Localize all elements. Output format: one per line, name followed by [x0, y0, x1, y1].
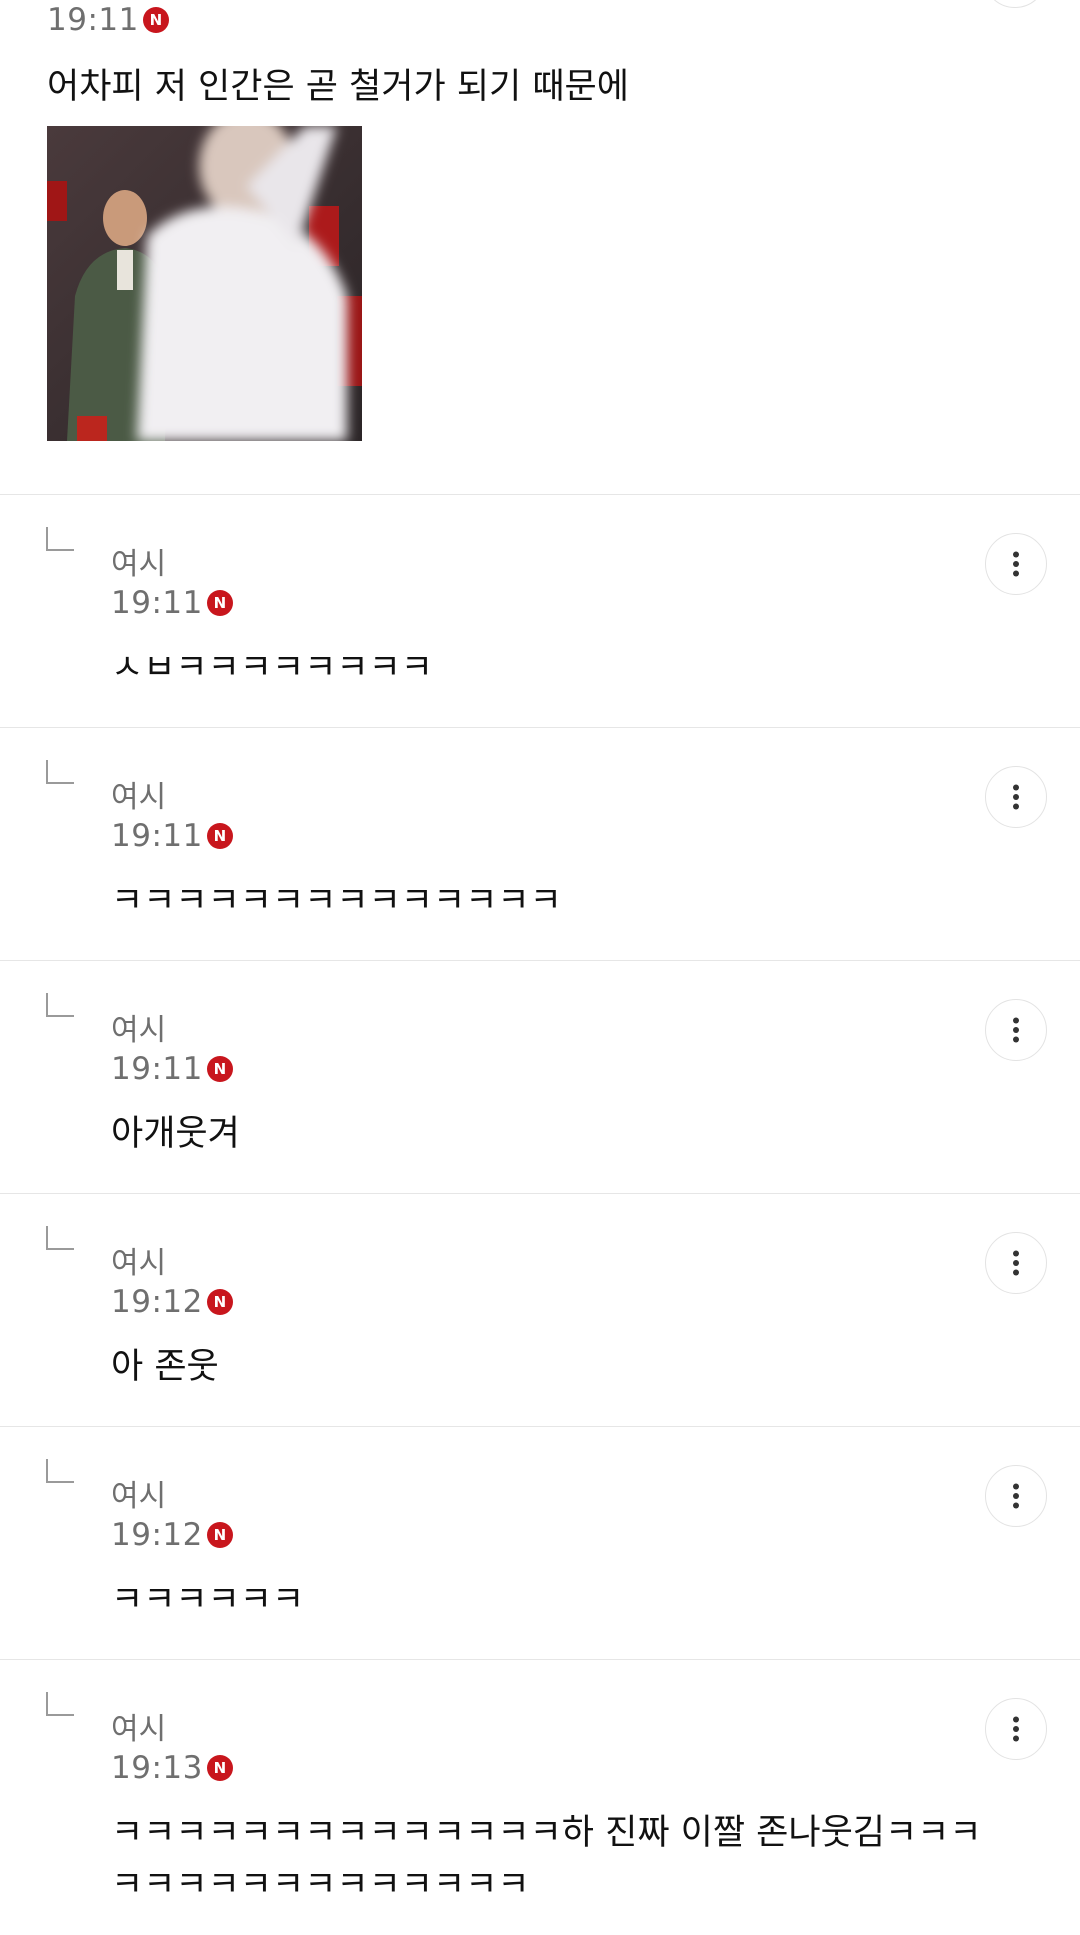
comment-photo [47, 126, 362, 441]
reply-meta: 19:13 N [111, 1748, 233, 1788]
more-options-button[interactable] [985, 1465, 1047, 1527]
more-vertical-icon [1013, 1250, 1019, 1276]
more-vertical-icon [1013, 1483, 1019, 1509]
new-badge-icon: N [206, 1289, 233, 1315]
reply-author[interactable]: 여시 [111, 1471, 166, 1515]
comment-image[interactable] [47, 126, 362, 441]
reply-author[interactable]: 여시 [111, 1005, 166, 1049]
reply-time: 19:12 [111, 1284, 203, 1320]
reply-item: 여시 19:11 N ㅅㅂㅋㅋㅋㅋㅋㅋㅋㅋ [0, 495, 1080, 728]
reply-text: ㅋㅋㅋㅋㅋㅋㅋㅋㅋㅋㅋㅋㅋㅋ하 진짜 이짤 존나웃김ㅋㅋㅋㅋㅋㅋㅋㅋㅋㅋㅋㅋㅋㅋ… [111, 1813, 982, 1905]
comment-time: 19:11 [47, 2, 139, 38]
new-badge-icon: N [142, 7, 169, 33]
more-options-button[interactable] [985, 533, 1047, 595]
reply-arrow-icon [46, 1226, 74, 1250]
new-badge-icon: N [206, 590, 233, 616]
reply-author[interactable]: 여시 [111, 772, 166, 816]
more-vertical-icon [1013, 1017, 1019, 1043]
reply-time: 19:11 [111, 1051, 203, 1087]
new-badge-icon: N [206, 823, 233, 849]
more-vertical-icon [1013, 784, 1019, 810]
more-vertical-icon [1013, 551, 1019, 577]
comment-item: 19:11 N 어차피 저 인간은 곧 철거가 되기 때문에 [0, 0, 1080, 495]
reply-text: ㅅㅂㅋㅋㅋㅋㅋㅋㅋㅋ [111, 648, 434, 688]
more-vertical-icon [1013, 1716, 1019, 1742]
more-options-button[interactable] [983, 0, 1047, 8]
new-badge-icon: N [206, 1056, 233, 1082]
reply-arrow-icon [46, 760, 74, 784]
reply-author[interactable]: 여시 [111, 539, 166, 583]
reply-item: 여시 19:11 N 아개웃겨 [0, 961, 1080, 1194]
reply-text: ㅋㅋㅋㅋㅋㅋ [111, 1580, 305, 1620]
reply-time: 19:13 [111, 1750, 203, 1786]
reply-text: 아 존웃 [111, 1347, 219, 1387]
reply-meta: 19:11 N [111, 816, 233, 856]
reply-arrow-icon [46, 993, 74, 1017]
reply-text: ㅋㅋㅋㅋㅋㅋㅋㅋㅋㅋㅋㅋㅋㅋ [111, 881, 562, 921]
more-options-button[interactable] [985, 1698, 1047, 1760]
more-options-button[interactable] [985, 766, 1047, 828]
reply-meta: 19:11 N [111, 1049, 233, 1089]
reply-meta: 19:12 N [111, 1515, 233, 1555]
reply-item: 여시 19:13 N ㅋㅋㅋㅋㅋㅋㅋㅋㅋㅋㅋㅋㅋㅋ하 진짜 이짤 존나웃김ㅋㅋㅋ… [0, 1660, 1080, 1935]
reply-meta: 19:12 N [111, 1282, 233, 1322]
reply-time: 19:11 [111, 585, 203, 621]
reply-time: 19:11 [111, 818, 203, 854]
reply-arrow-icon [46, 1692, 74, 1716]
new-badge-icon: N [206, 1522, 233, 1548]
reply-arrow-icon [46, 1459, 74, 1483]
reply-item: 여시 19:12 N 아 존웃 [0, 1194, 1080, 1427]
comment-meta: 19:11 N [47, 0, 169, 40]
reply-author[interactable]: 여시 [111, 1238, 166, 1282]
reply-item: 여시 19:11 N ㅋㅋㅋㅋㅋㅋㅋㅋㅋㅋㅋㅋㅋㅋ [0, 728, 1080, 961]
reply-meta: 19:11 N [111, 583, 233, 623]
reply-author[interactable]: 여시 [111, 1704, 166, 1748]
reply-time: 19:12 [111, 1517, 203, 1553]
new-badge-icon: N [206, 1755, 233, 1781]
comment-text: 어차피 저 인간은 곧 철거가 되기 때문에 [47, 67, 629, 107]
more-options-button[interactable] [985, 999, 1047, 1061]
reply-text: 아개웃겨 [111, 1114, 240, 1154]
more-options-button[interactable] [985, 1232, 1047, 1294]
reply-item: 여시 19:12 N ㅋㅋㅋㅋㅋㅋ [0, 1427, 1080, 1660]
reply-arrow-icon [46, 527, 74, 551]
